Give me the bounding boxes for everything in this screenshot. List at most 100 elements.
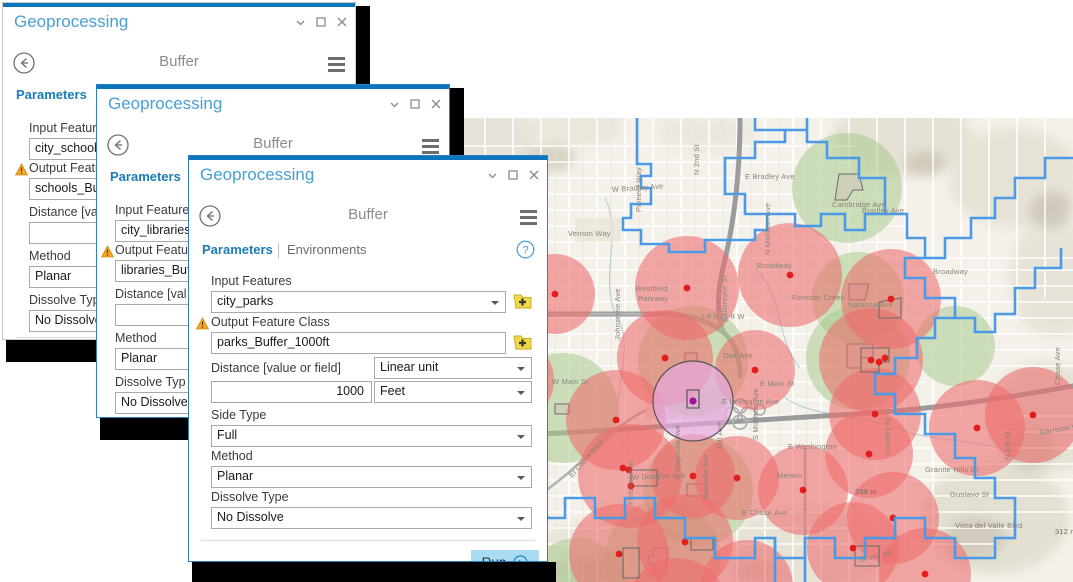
maximize-icon[interactable] bbox=[508, 170, 518, 180]
panel-titlebar-middle[interactable]: Geoprocessing bbox=[97, 89, 449, 123]
dissolve-type-value-back: No Dissolve bbox=[35, 313, 102, 327]
label-input-features: Input Features bbox=[211, 274, 292, 288]
tab-environments[interactable]: Environments bbox=[287, 242, 366, 257]
method-value-front: Planar bbox=[217, 469, 254, 483]
chevron-down-icon[interactable] bbox=[517, 517, 525, 521]
map-street-label: I-8 E / I-8 W bbox=[702, 312, 745, 321]
distance-value-field[interactable]: 1000 bbox=[211, 381, 372, 403]
tool-header-back: Buffer bbox=[3, 47, 355, 81]
chevron-down-icon[interactable] bbox=[517, 435, 525, 439]
map-street-label: Avocado Ave bbox=[701, 454, 710, 500]
label-distance: Distance [value or field] bbox=[211, 361, 341, 375]
tool-title-front: Buffer bbox=[348, 206, 388, 223]
label-output-feature-class: Output Featu bbox=[115, 243, 188, 257]
input-features-value-middle: city_libraries bbox=[121, 223, 191, 237]
dissolve-type-field-front[interactable]: No Dissolve bbox=[211, 507, 532, 529]
panel-title-middle: Geoprocessing bbox=[108, 94, 223, 113]
warning-icon bbox=[195, 317, 210, 335]
label-dissolve-type: Dissolve Typ bbox=[29, 293, 100, 307]
tool-title-back: Buffer bbox=[159, 53, 199, 70]
map-street-label: E Lexington Ave bbox=[722, 397, 779, 406]
panel-title-back: Geoprocessing bbox=[14, 12, 129, 31]
tab-parameters[interactable]: Parameters bbox=[202, 242, 273, 257]
dissolve-type-value-middle: No Dissolve bbox=[121, 395, 188, 409]
input-features-field-front[interactable]: city_parks bbox=[211, 291, 506, 313]
output-feature-class-value-middle: libraries_Buf bbox=[121, 263, 191, 277]
side-type-value: Full bbox=[217, 428, 238, 442]
svg-text:?: ? bbox=[522, 244, 528, 256]
maximize-icon[interactable] bbox=[410, 99, 420, 109]
map-street-label: E Bradley Ave bbox=[745, 172, 795, 181]
label-distance: Distance [val bbox=[115, 287, 187, 301]
tab-row-front: Parameters Environments ? bbox=[189, 240, 547, 268]
label-distance: Distance [val bbox=[29, 205, 101, 219]
browse-button-input[interactable] bbox=[512, 291, 533, 317]
close-icon[interactable] bbox=[431, 99, 441, 109]
help-icon[interactable]: ? bbox=[516, 240, 535, 264]
panel-shadow-front bbox=[192, 562, 556, 582]
map-street-label: N Mollison Ave bbox=[763, 203, 772, 255]
footer-divider-front bbox=[201, 540, 535, 541]
map-street-label: Bradley Ave bbox=[862, 206, 904, 215]
map-street-label: Oak Ave bbox=[723, 351, 753, 360]
menu-icon[interactable] bbox=[328, 57, 345, 75]
input-features-value-back: city_schools bbox=[35, 141, 104, 155]
warning-icon bbox=[100, 245, 115, 263]
map-street-label: Forester Creek bbox=[792, 293, 845, 302]
run-button[interactable]: Run bbox=[471, 550, 539, 561]
tool-title-middle: Buffer bbox=[253, 135, 293, 152]
map-street-label: Johnstone Ave bbox=[613, 288, 622, 340]
method-field-front[interactable]: Planar bbox=[211, 466, 532, 488]
map-street-label: Parkway bbox=[638, 294, 668, 303]
chevron-down-icon[interactable] bbox=[517, 391, 525, 395]
distance-type-field[interactable]: Linear unit bbox=[374, 357, 532, 379]
panel-title-front: Geoprocessing bbox=[200, 165, 315, 184]
map-street-label: S Mollison Ave bbox=[751, 388, 760, 440]
map-street-label: Westfield bbox=[635, 284, 668, 293]
close-icon[interactable] bbox=[337, 17, 347, 27]
menu-icon[interactable] bbox=[520, 210, 537, 228]
tool-header-front: Buffer bbox=[189, 200, 547, 234]
label-method: Method bbox=[211, 449, 253, 463]
side-type-field[interactable]: Full bbox=[211, 425, 532, 447]
chevron-down-icon[interactable] bbox=[517, 367, 525, 371]
label-dissolve-type: Dissolve Type bbox=[211, 490, 289, 504]
browse-button-output[interactable] bbox=[512, 332, 533, 358]
map-street-label: Naranca Ave bbox=[848, 300, 893, 309]
output-feature-class-field-front[interactable]: parks_Buffer_1000ft bbox=[211, 332, 506, 354]
map-street-label: Pioneer Way bbox=[634, 167, 643, 212]
maximize-icon[interactable] bbox=[316, 17, 326, 27]
map-street-label: 258 m bbox=[855, 487, 877, 496]
map-street-label: Granite Hills Dr bbox=[925, 465, 979, 474]
map-street-label: 312 m bbox=[1055, 527, 1073, 536]
map-street-label: Broadway bbox=[933, 267, 968, 276]
geoprocessing-panel-front[interactable]: Geoprocessing Buffer Parameters Environm… bbox=[188, 155, 548, 562]
chevron-down-icon[interactable] bbox=[517, 476, 525, 480]
map-street-label: Fletcher Ave bbox=[626, 461, 635, 505]
tab-separator bbox=[278, 243, 279, 258]
output-feature-class-value-front: parks_Buffer_1000ft bbox=[217, 335, 330, 349]
tab-parameters[interactable]: Parameters bbox=[16, 87, 87, 102]
map-street-label: Broadway bbox=[757, 261, 792, 270]
chevron-down-icon[interactable] bbox=[491, 301, 499, 305]
run-button-label: Run bbox=[482, 555, 507, 562]
chevron-down-icon[interactable] bbox=[296, 18, 305, 27]
close-icon[interactable] bbox=[529, 170, 539, 180]
label-dissolve-type: Dissolve Typ bbox=[115, 375, 186, 389]
chevron-down-icon[interactable] bbox=[488, 171, 497, 180]
panel-titlebar-front[interactable]: Geoprocessing bbox=[189, 160, 547, 194]
map-street-label: Taft Ave bbox=[715, 422, 724, 450]
map-street-label: N 2nd St bbox=[692, 144, 701, 175]
chevron-down-icon[interactable] bbox=[390, 100, 399, 109]
map-street-label: E Chase Ave bbox=[742, 508, 787, 517]
panel-titlebar-back[interactable]: Geoprocessing bbox=[3, 7, 355, 41]
play-icon bbox=[513, 554, 528, 561]
warning-icon bbox=[14, 163, 29, 181]
map-street-label: W Main St bbox=[552, 377, 589, 386]
distance-unit-field[interactable]: Feet bbox=[374, 381, 532, 403]
map-street-label: Vernon Way bbox=[568, 229, 611, 238]
panel-body-front: Input Features city_parks Output Feature… bbox=[189, 268, 547, 561]
label-side-type: Side Type bbox=[211, 408, 267, 422]
distance-type-value: Linear unit bbox=[380, 360, 439, 374]
tab-parameters[interactable]: Parameters bbox=[110, 169, 181, 184]
